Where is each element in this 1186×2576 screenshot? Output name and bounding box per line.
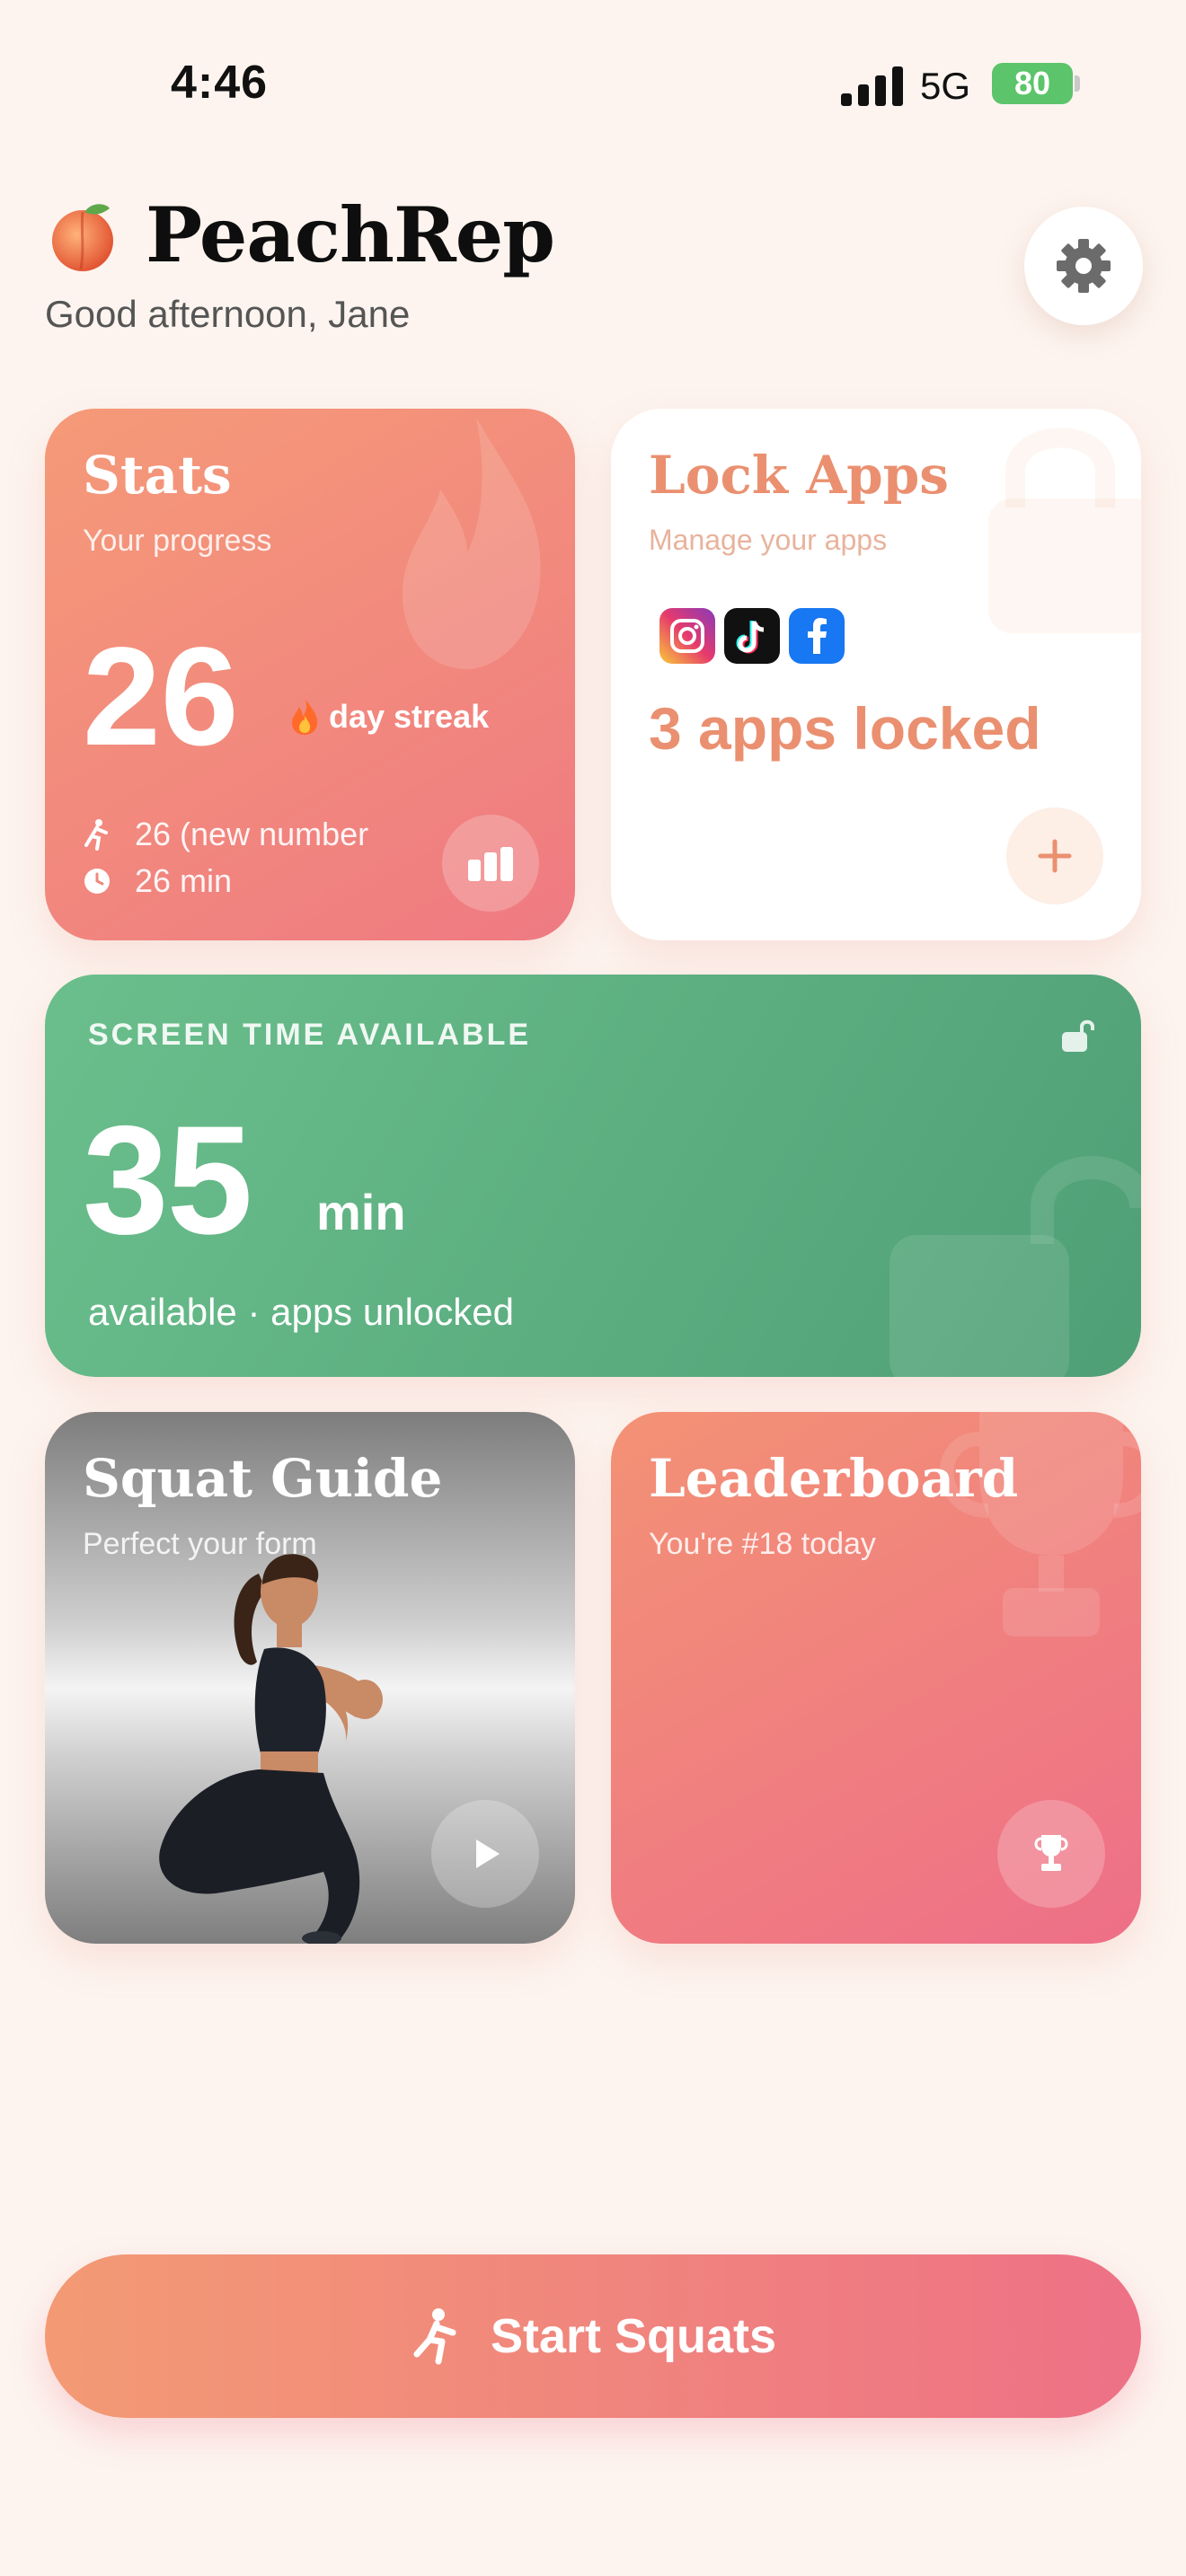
locked-app-icons <box>659 608 845 664</box>
stat-rows: 26 (new number 26 min <box>83 811 368 904</box>
streak-text: day streak <box>329 698 490 735</box>
squat-guide-title: Squat Guide <box>83 1448 443 1509</box>
network-label: 5G <box>920 65 971 107</box>
bar-chart-icon <box>468 847 513 881</box>
instagram-icon <box>659 608 715 664</box>
lock-apps-title: Lock Apps <box>649 445 949 506</box>
streak-label: day streak <box>289 698 489 736</box>
stat-row-squats: 26 (new number <box>83 811 368 858</box>
trophy-watermark-icon <box>939 1412 1141 1636</box>
status-time: 4:46 <box>171 57 269 109</box>
flame-watermark-icon <box>402 418 541 669</box>
unlocked-watermark-icon <box>890 1156 1141 1377</box>
screen-time-status: available · apps unlocked <box>88 1291 514 1333</box>
view-stats-button[interactable] <box>442 815 539 912</box>
leaderboard-subtitle: You're #18 today <box>649 1527 876 1561</box>
view-leaderboard-button[interactable] <box>997 1800 1105 1908</box>
stats-subtitle: Your progress <box>83 524 272 558</box>
app-title: PeachRep <box>146 190 555 279</box>
squats-count: 26 (new number <box>135 816 369 852</box>
leaderboard-card[interactable]: Leaderboard You're #18 today <box>611 1412 1141 1944</box>
trophy-icon <box>1034 1835 1068 1871</box>
screen-time-value: 35 <box>83 1094 252 1266</box>
stat-row-minutes: 26 min <box>83 858 368 904</box>
peach-icon <box>52 204 113 271</box>
settings-button[interactable] <box>1024 207 1143 325</box>
plus-icon <box>1038 839 1072 873</box>
battery-tip <box>1075 75 1080 92</box>
start-squats-label: Start Squats <box>490 2309 777 2363</box>
lock-apps-card[interactable]: Lock Apps Manage your apps 3 apps locked <box>611 409 1141 940</box>
unlock-icon <box>1062 1019 1094 1052</box>
signal-icon <box>841 66 904 106</box>
streak-value: 26 <box>83 619 239 775</box>
screen-time-label: SCREEN TIME AVAILABLE <box>88 1018 532 1052</box>
stats-title: Stats <box>83 445 232 506</box>
squat-guide-card[interactable]: Squat Guide Perfect your form <box>45 1412 575 1944</box>
lock-watermark-icon <box>988 428 1141 633</box>
battery-icon: 80 <box>992 63 1073 104</box>
squat-figure-icon <box>84 819 108 851</box>
greeting-text: Good afternoon, Jane <box>45 293 411 335</box>
start-squats-button[interactable]: Start Squats <box>45 2254 1141 2418</box>
play-icon <box>476 1839 500 1868</box>
facebook-icon <box>789 608 845 664</box>
clock-icon <box>84 869 110 894</box>
tiktok-icon <box>724 608 780 664</box>
play-video-button[interactable] <box>431 1800 539 1908</box>
minutes-count: 26 min <box>135 862 233 899</box>
lock-apps-subtitle: Manage your apps <box>649 524 888 556</box>
squat-guide-subtitle: Perfect your form <box>83 1527 317 1561</box>
fire-icon <box>292 700 318 735</box>
screen-time-card: SCREEN TIME AVAILABLE 35 min available ·… <box>45 975 1141 1377</box>
screen-time-unit: min <box>316 1184 406 1240</box>
battery-level: 80 <box>1013 65 1051 101</box>
gear-icon <box>1057 239 1111 293</box>
stats-card[interactable]: Stats Your progress 26 day streak 26 (ne… <box>45 409 575 940</box>
add-app-button[interactable] <box>1006 807 1103 904</box>
squat-figure-icon <box>413 2308 456 2365</box>
locked-apps-count: 3 apps locked <box>649 695 1041 762</box>
leaderboard-title: Leaderboard <box>649 1448 1019 1509</box>
